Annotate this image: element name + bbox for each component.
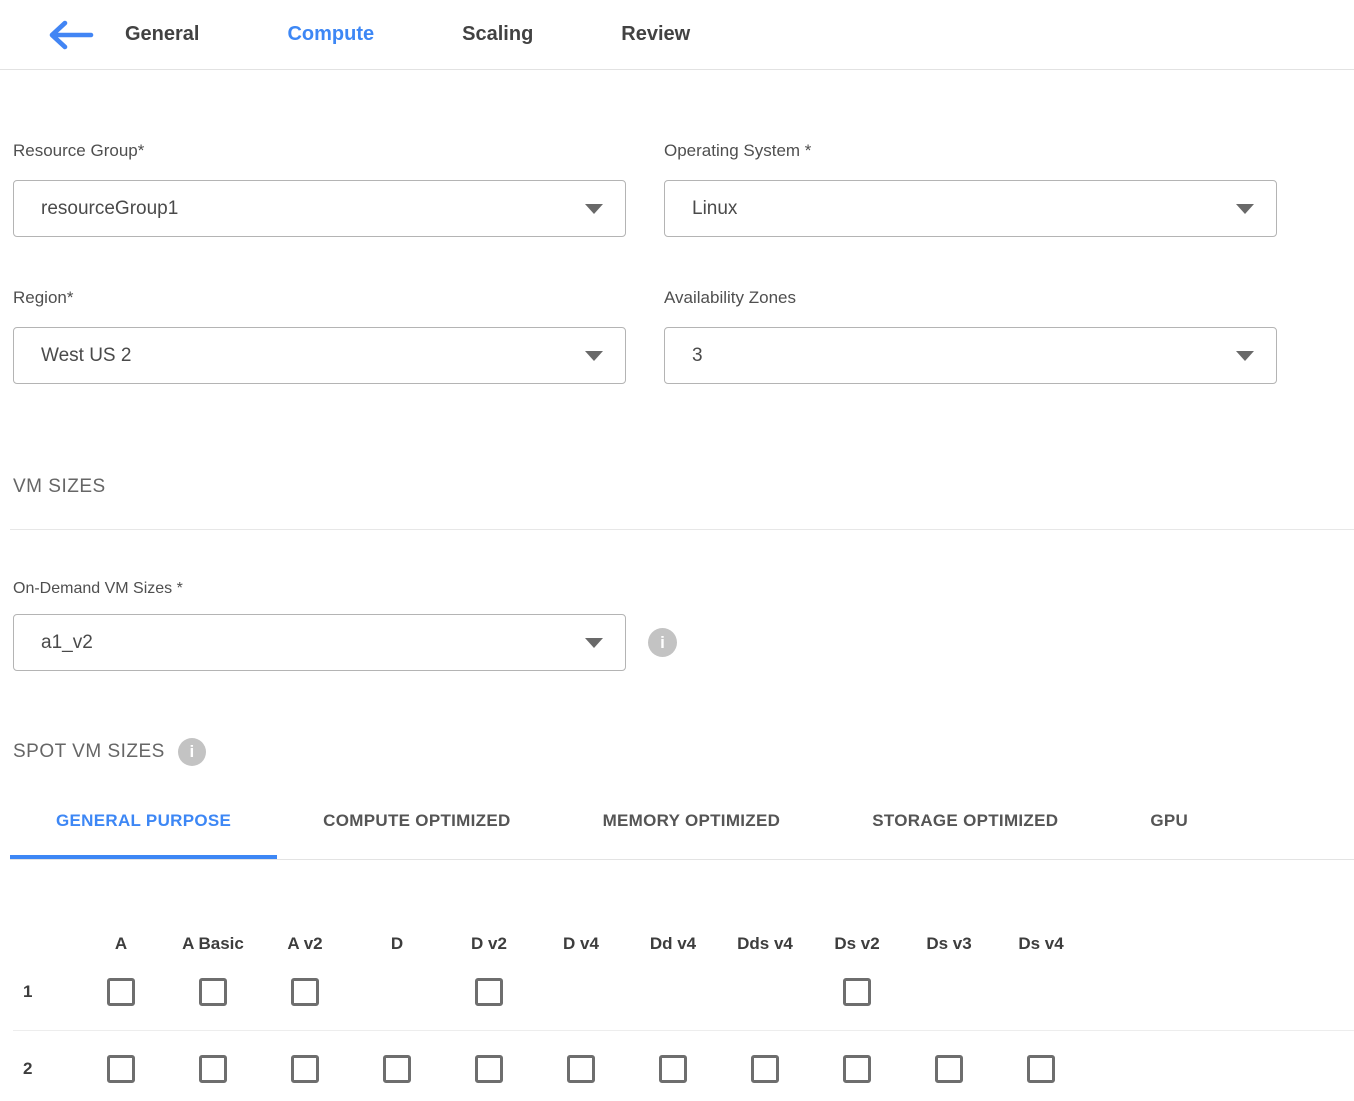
vm-table-cell [811,1055,903,1083]
vm-table-cell [75,978,167,1006]
availability-zones-value: 3 [692,345,703,367]
vm-size-checkbox[interactable] [843,1055,871,1083]
resource-group-select[interactable]: resourceGroup1 [13,180,626,237]
vm-column-header: Dd v4 [627,934,719,954]
info-icon[interactable]: i [648,628,677,657]
operating-system-value: Linux [692,198,737,220]
vm-table-cell [995,1055,1087,1083]
chevron-down-icon [585,638,603,648]
resource-group-label: Resource Group* [13,141,626,161]
operating-system-label: Operating System * [664,141,1277,161]
tab-compute[interactable]: Compute [287,23,374,46]
availability-zones-select[interactable]: 3 [664,327,1277,384]
vm-size-checkbox[interactable] [567,1055,595,1083]
vm-size-checkbox[interactable] [843,978,871,1006]
region-select[interactable]: West US 2 [13,327,626,384]
vm-size-checkbox[interactable] [199,978,227,1006]
vm-size-checkbox[interactable] [383,1055,411,1083]
vm-table-cell [167,1055,259,1083]
vm-table-cell [259,1055,351,1083]
row-label: 1 [13,982,75,1002]
vm-column-header: D [351,934,443,954]
spot-tab-storage-optimized[interactable]: STORAGE OPTIMIZED [826,809,1104,859]
spot-tab-gpu[interactable]: GPU [1104,809,1234,859]
vm-table-cell [811,978,903,1006]
section-divider [10,529,1354,530]
vm-size-checkbox[interactable] [475,1055,503,1083]
wizard-step-tabs: General Compute Scaling Review [125,23,690,46]
on-demand-vm-sizes-label: On-Demand VM Sizes * [13,579,1354,598]
info-icon[interactable]: i [178,738,206,766]
vm-size-checkbox[interactable] [107,1055,135,1083]
field-region: Region* West US 2 [13,288,626,384]
vm-table-cell [167,978,259,1006]
chevron-down-icon [585,204,603,214]
vm-size-checkbox[interactable] [935,1055,963,1083]
top-navigation-bar: General Compute Scaling Review [0,0,1354,70]
vm-column-header: D v4 [535,934,627,954]
chevron-down-icon [1236,204,1254,214]
vm-table-cell [535,1055,627,1083]
chevron-down-icon [585,351,603,361]
region-value: West US 2 [41,345,131,367]
back-button[interactable] [45,18,95,52]
vm-size-checkbox[interactable] [291,1055,319,1083]
vm-table-cell [627,1055,719,1083]
vm-table-row: 1 [13,954,1354,1031]
tab-scaling[interactable]: Scaling [462,23,533,46]
vm-size-checkbox[interactable] [1027,1055,1055,1083]
spot-tab-general-purpose[interactable]: GENERAL PURPOSE [10,809,277,859]
vm-column-header: A [75,934,167,954]
on-demand-vm-sizes-select[interactable]: a1_v2 [13,614,626,671]
vm-column-header: Ds v3 [903,934,995,954]
spot-tab-compute-optimized[interactable]: COMPUTE OPTIMIZED [277,809,556,859]
availability-zones-label: Availability Zones [664,288,1277,308]
vm-size-checkbox[interactable] [107,978,135,1006]
vm-table-cell [351,1055,443,1083]
vm-column-header: A v2 [259,934,351,954]
arrow-left-icon [45,19,95,51]
tab-review[interactable]: Review [621,23,690,46]
tab-general[interactable]: General [125,23,199,46]
on-demand-vm-sizes-value: a1_v2 [41,632,93,654]
vm-sizes-section-title: VM SIZES [13,475,1354,499]
vm-size-checkbox[interactable] [475,978,503,1006]
vm-table-cell [75,1055,167,1083]
field-resource-group: Resource Group* resourceGroup1 [13,141,626,237]
vm-column-header: Dds v4 [719,934,811,954]
vm-column-header: A Basic [167,934,259,954]
vm-table-body: 12 [13,954,1354,1101]
spot-tab-memory-optimized[interactable]: MEMORY OPTIMIZED [557,809,827,859]
vm-size-checkbox[interactable] [659,1055,687,1083]
spot-vm-sizes-header: SPOT VM SIZES i [13,738,1354,766]
field-operating-system: Operating System * Linux [664,141,1277,237]
vm-size-checkbox[interactable] [751,1055,779,1083]
vm-table-cell [259,978,351,1006]
vm-table-cell [443,978,535,1006]
vm-size-table: AA BasicA v2DD v2D v4Dd v4Dds v4Ds v2Ds … [13,934,1354,1101]
vm-table-cell [443,1055,535,1083]
vm-column-header: Ds v4 [995,934,1087,954]
vm-table-cell [903,1055,995,1083]
vm-size-checkbox[interactable] [291,978,319,1006]
vm-column-header: D v2 [443,934,535,954]
vm-table-cell [719,1055,811,1083]
row-label: 2 [13,1059,75,1079]
resource-group-value: resourceGroup1 [41,198,178,220]
chevron-down-icon [1236,351,1254,361]
vm-table-row: 2 [13,1031,1354,1101]
compute-form: Resource Group* resourceGroup1 Operating… [0,70,1354,384]
field-availability-zones: Availability Zones 3 [664,288,1277,384]
vm-table-header: AA BasicA v2DD v2D v4Dd v4Dds v4Ds v2Ds … [13,934,1354,954]
spot-vm-sizes-section-title: SPOT VM SIZES [13,740,165,764]
spot-tabs: GENERAL PURPOSECOMPUTE OPTIMIZEDMEMORY O… [10,809,1354,860]
operating-system-select[interactable]: Linux [664,180,1277,237]
region-label: Region* [13,288,626,308]
vm-size-checkbox[interactable] [199,1055,227,1083]
vm-column-header: Ds v2 [811,934,903,954]
on-demand-vm-sizes-field: On-Demand VM Sizes * a1_v2 i [13,579,1354,671]
